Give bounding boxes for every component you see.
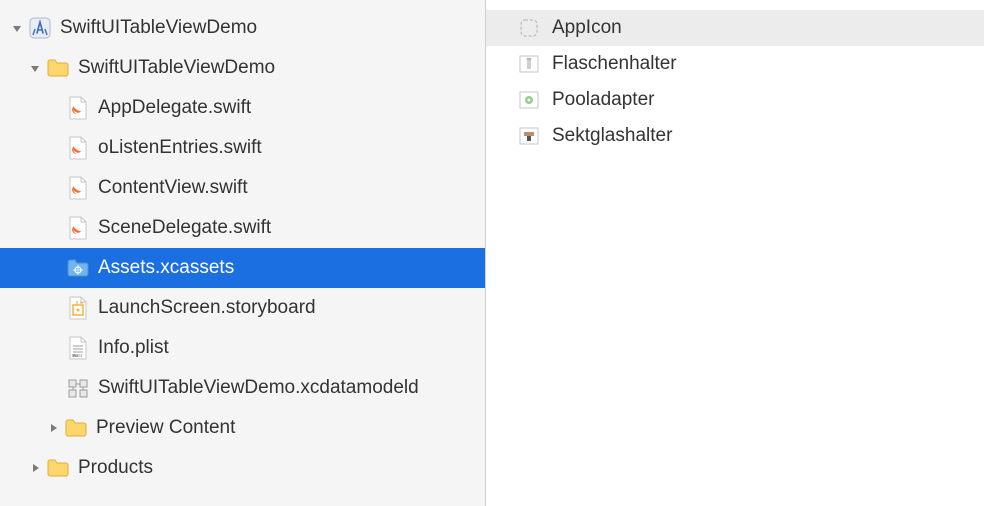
asset-row-appicon[interactable]: AppIcon (486, 10, 984, 46)
storyboard-file-icon (66, 296, 90, 320)
disclosure-triangle-down-icon[interactable] (8, 19, 26, 37)
asset-row-label: AppIcon (552, 17, 622, 39)
navigator-row-project[interactable]: SwiftUITableViewDemo (0, 8, 485, 48)
swift-file-icon (66, 96, 90, 120)
asset-row-label: Pooladapter (552, 89, 654, 111)
navigator-row-file[interactable]: SceneDelegate.swift (0, 208, 485, 248)
navigator-row-file[interactable]: LaunchScreen.storyboard (0, 288, 485, 328)
navigator-row-label: SwiftUITableViewDemo (60, 17, 257, 39)
folder-icon (64, 416, 88, 440)
disclosure-triangle-down-icon[interactable] (26, 59, 44, 77)
svg-text:PLIST: PLIST (73, 354, 84, 358)
navigator-row-label: AppDelegate.swift (98, 97, 251, 119)
swift-file-icon (66, 216, 90, 240)
navigator-row-label: SceneDelegate.swift (98, 217, 271, 239)
imageset-thumbnail-icon (518, 125, 540, 147)
asset-catalog-outline[interactable]: AppIcon Flaschenhalter Pooladapter (486, 0, 984, 506)
navigator-row-label: Info.plist (98, 337, 169, 359)
asset-row-image[interactable]: Flaschenhalter (486, 46, 984, 82)
navigator-row-group[interactable]: SwiftUITableViewDemo (0, 48, 485, 88)
navigator-row-label: Products (78, 457, 153, 479)
asset-row-label: Sektglashalter (552, 125, 672, 147)
navigator-row-file[interactable]: SwiftUITableViewDemo.xcdatamodeld (0, 368, 485, 408)
navigator-row-label: Assets.xcassets (98, 257, 234, 279)
folder-icon (46, 56, 70, 80)
asset-row-image[interactable]: Pooladapter (486, 82, 984, 118)
navigator-row-xcassets[interactable]: Assets.xcassets (0, 248, 485, 288)
navigator-row-file[interactable]: oListenEntries.swift (0, 128, 485, 168)
xcassets-folder-icon (66, 256, 90, 280)
navigator-row-group[interactable]: Products (0, 448, 485, 488)
swift-file-icon (66, 136, 90, 160)
navigator-row-label: LaunchScreen.storyboard (98, 297, 316, 319)
asset-row-image[interactable]: Sektglashalter (486, 118, 984, 154)
navigator-row-file[interactable]: PLIST Info.plist (0, 328, 485, 368)
navigator-row-label: SwiftUITableViewDemo (78, 57, 275, 79)
project-navigator[interactable]: SwiftUITableViewDemo SwiftUITableViewDem… (0, 0, 486, 506)
asset-row-label: Flaschenhalter (552, 53, 677, 75)
navigator-row-label: oListenEntries.swift (98, 137, 262, 159)
imageset-thumbnail-icon (518, 89, 540, 111)
plist-file-icon: PLIST (66, 336, 90, 360)
xcode-project-icon (28, 16, 52, 40)
navigator-row-label: SwiftUITableViewDemo.xcdatamodeld (98, 377, 419, 399)
appicon-placeholder-icon (518, 17, 540, 39)
swift-file-icon (66, 176, 90, 200)
imageset-thumbnail-icon (518, 53, 540, 75)
navigator-row-group[interactable]: Preview Content (0, 408, 485, 448)
navigator-row-file[interactable]: ContentView.swift (0, 168, 485, 208)
navigator-row-file[interactable]: AppDelegate.swift (0, 88, 485, 128)
coredata-model-icon (66, 376, 90, 400)
navigator-row-label: Preview Content (96, 417, 235, 439)
folder-icon (46, 456, 70, 480)
disclosure-triangle-right-icon[interactable] (44, 419, 62, 437)
disclosure-triangle-right-icon[interactable] (26, 459, 44, 477)
navigator-row-label: ContentView.swift (98, 177, 248, 199)
